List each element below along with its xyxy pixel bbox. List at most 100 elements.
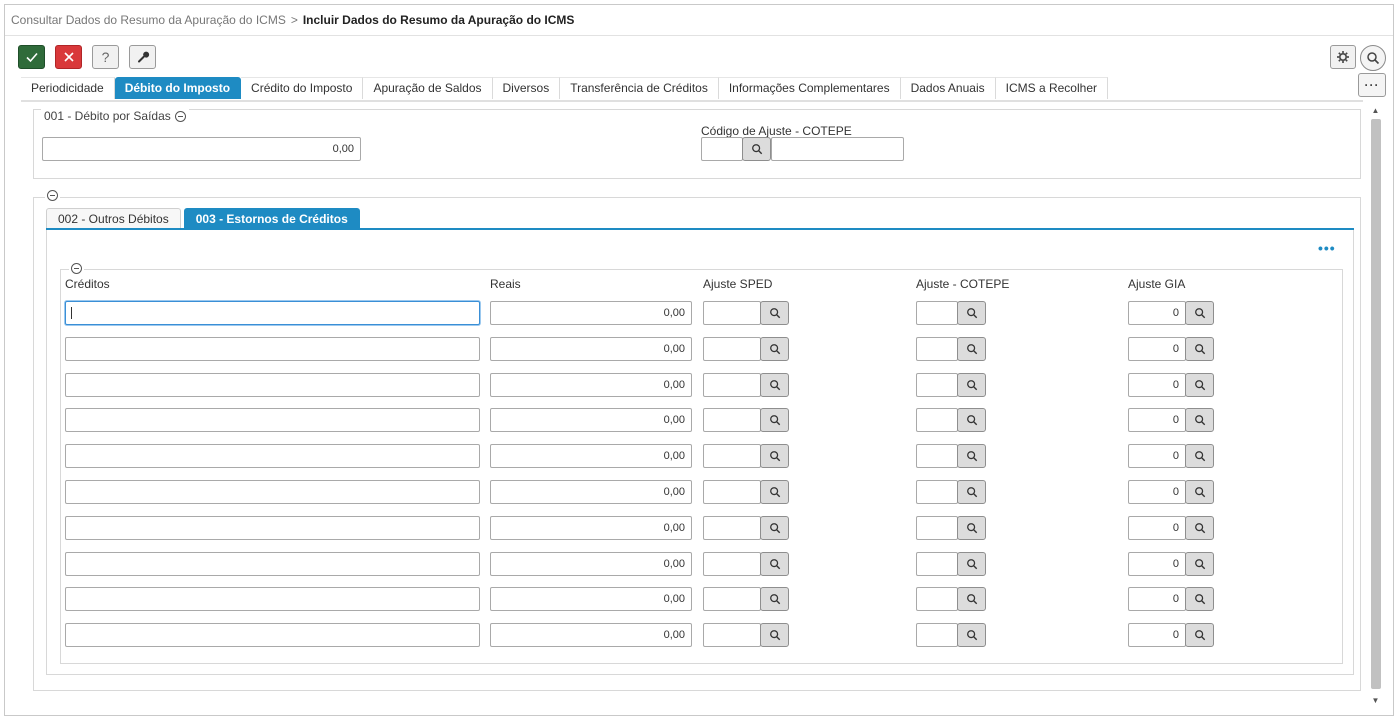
- ajuste-gia-input[interactable]: 0: [1128, 515, 1186, 540]
- ajuste-sped-input[interactable]: [703, 623, 761, 648]
- ajuste-cotepe-input[interactable]: [916, 336, 958, 361]
- ajuste-cotepe-lookup-button[interactable]: [957, 587, 986, 612]
- ajuste-sped-lookup-button[interactable]: [760, 623, 789, 648]
- reais-input[interactable]: 0,00: [490, 480, 692, 504]
- collapse-icon[interactable]: [174, 110, 186, 122]
- creditos-input[interactable]: [65, 551, 480, 576]
- ajuste-gia-input[interactable]: 0: [1128, 587, 1186, 612]
- creditos-input[interactable]: [65, 301, 480, 325]
- tools-button[interactable]: [129, 45, 156, 69]
- tab-debito-do-imposto[interactable]: Débito do Imposto: [114, 77, 242, 99]
- ajuste-cotepe-input[interactable]: [916, 551, 958, 576]
- reais-input[interactable]: 0,00: [490, 408, 692, 433]
- ajuste-gia-input[interactable]: 0: [1128, 408, 1186, 433]
- ajuste-sped-lookup-button[interactable]: [760, 551, 789, 576]
- reais-input[interactable]: 0,00: [490, 623, 692, 648]
- ajuste-sped-input[interactable]: [703, 301, 761, 325]
- ajuste-gia-input[interactable]: 0: [1128, 444, 1186, 469]
- debito-saidas-value-input[interactable]: 0,00: [42, 137, 361, 161]
- more-options-button[interactable]: ···: [1358, 73, 1386, 97]
- ajuste-gia-lookup-button[interactable]: [1185, 301, 1214, 325]
- ajuste-gia-lookup-button[interactable]: [1185, 623, 1214, 648]
- ajuste-sped-input[interactable]: [703, 515, 761, 540]
- ajuste-gia-input[interactable]: 0: [1128, 372, 1186, 397]
- ajuste-gia-lookup-button[interactable]: [1185, 480, 1214, 504]
- ajuste-cotepe-lookup-button[interactable]: [957, 408, 986, 433]
- ajuste-cotepe-input[interactable]: [916, 587, 958, 612]
- creditos-input[interactable]: [65, 336, 480, 361]
- ajuste-gia-input[interactable]: 0: [1128, 301, 1186, 325]
- reais-input[interactable]: 0,00: [490, 336, 692, 361]
- ajuste-cotepe-lookup-button[interactable]: [742, 137, 771, 161]
- cancel-button[interactable]: [55, 45, 82, 69]
- creditos-input[interactable]: [65, 623, 480, 648]
- help-button[interactable]: ?: [92, 45, 119, 69]
- scroll-up-icon[interactable]: ▲: [1367, 103, 1384, 117]
- ajuste-gia-input[interactable]: 0: [1128, 480, 1186, 504]
- ajuste-cotepe-lookup-button[interactable]: [957, 515, 986, 540]
- confirm-button[interactable]: [18, 45, 45, 69]
- ajuste-cotepe-code-input[interactable]: [701, 137, 743, 161]
- ajuste-gia-lookup-button[interactable]: [1185, 336, 1214, 361]
- ajuste-cotepe-lookup-button[interactable]: [957, 623, 986, 648]
- reais-input[interactable]: 0,00: [490, 372, 692, 397]
- ajuste-sped-input[interactable]: [703, 551, 761, 576]
- ajuste-gia-lookup-button[interactable]: [1185, 515, 1214, 540]
- scroll-down-icon[interactable]: ▼: [1367, 693, 1384, 707]
- ajuste-cotepe-input[interactable]: [916, 301, 958, 325]
- creditos-input[interactable]: [65, 408, 480, 433]
- tab-credito-do-imposto[interactable]: Crédito do Imposto: [241, 77, 364, 99]
- ajuste-cotepe-input[interactable]: [916, 408, 958, 433]
- ajuste-sped-input[interactable]: [703, 408, 761, 433]
- ajuste-sped-lookup-button[interactable]: [760, 515, 789, 540]
- creditos-input[interactable]: [65, 515, 480, 540]
- tab-icms-a-recolher[interactable]: ICMS a Recolher: [995, 77, 1108, 99]
- ajuste-gia-input[interactable]: 0: [1128, 551, 1186, 576]
- reais-input[interactable]: 0,00: [490, 551, 692, 576]
- ajuste-sped-input[interactable]: [703, 372, 761, 397]
- collapse-icon[interactable]: [71, 263, 82, 274]
- tab-apuracao-de-saldos[interactable]: Apuração de Saldos: [363, 77, 493, 99]
- creditos-input[interactable]: [65, 444, 480, 469]
- ajuste-gia-lookup-button[interactable]: [1185, 408, 1214, 433]
- ajuste-gia-lookup-button[interactable]: [1185, 372, 1214, 397]
- ajuste-gia-lookup-button[interactable]: [1185, 444, 1214, 469]
- creditos-input[interactable]: [65, 372, 480, 397]
- global-search-button[interactable]: [1360, 45, 1386, 71]
- ajuste-sped-input[interactable]: [703, 480, 761, 504]
- ajuste-cotepe-input[interactable]: [916, 372, 958, 397]
- ajuste-sped-lookup-button[interactable]: [760, 444, 789, 469]
- ajuste-gia-input[interactable]: 0: [1128, 336, 1186, 361]
- ajuste-cotepe-lookup-button[interactable]: [957, 551, 986, 576]
- ajuste-sped-lookup-button[interactable]: [760, 408, 789, 433]
- ajuste-gia-input[interactable]: 0: [1128, 623, 1186, 648]
- ajuste-sped-input[interactable]: [703, 587, 761, 612]
- ajuste-gia-lookup-button[interactable]: [1185, 587, 1214, 612]
- ajuste-cotepe-input[interactable]: [916, 515, 958, 540]
- ajuste-sped-lookup-button[interactable]: [760, 372, 789, 397]
- tab-dados-anuais[interactable]: Dados Anuais: [900, 77, 996, 99]
- ajuste-cotepe-input[interactable]: [916, 480, 958, 504]
- ajuste-cotepe-lookup-button[interactable]: [957, 480, 986, 504]
- ajuste-gia-lookup-button[interactable]: [1185, 551, 1214, 576]
- ajuste-sped-lookup-button[interactable]: [760, 587, 789, 612]
- ajuste-cotepe-lookup-button[interactable]: [957, 301, 986, 325]
- ajuste-cotepe-input[interactable]: [916, 444, 958, 469]
- collapse-icon[interactable]: [47, 190, 58, 201]
- reais-input[interactable]: 0,00: [490, 587, 692, 612]
- reais-input[interactable]: 0,00: [490, 515, 692, 540]
- ajuste-cotepe-lookup-button[interactable]: [957, 444, 986, 469]
- reais-input[interactable]: 0,00: [490, 301, 692, 325]
- ajuste-cotepe-input[interactable]: [916, 623, 958, 648]
- breadcrumb-parent-link[interactable]: Consultar Dados do Resumo da Apuração do…: [11, 13, 286, 27]
- tab-estornos-de-creditos[interactable]: 003 - Estornos de Créditos: [183, 208, 360, 230]
- ajuste-cotepe-lookup-button[interactable]: [957, 336, 986, 361]
- ajuste-sped-lookup-button[interactable]: [760, 480, 789, 504]
- ajuste-sped-lookup-button[interactable]: [760, 336, 789, 361]
- vertical-scrollbar[interactable]: ▲ ▼: [1367, 103, 1384, 709]
- ajuste-sped-input[interactable]: [703, 336, 761, 361]
- creditos-input[interactable]: [65, 480, 480, 504]
- settings-button[interactable]: [1330, 45, 1356, 69]
- scrollbar-thumb[interactable]: [1371, 119, 1381, 689]
- creditos-input[interactable]: [65, 587, 480, 612]
